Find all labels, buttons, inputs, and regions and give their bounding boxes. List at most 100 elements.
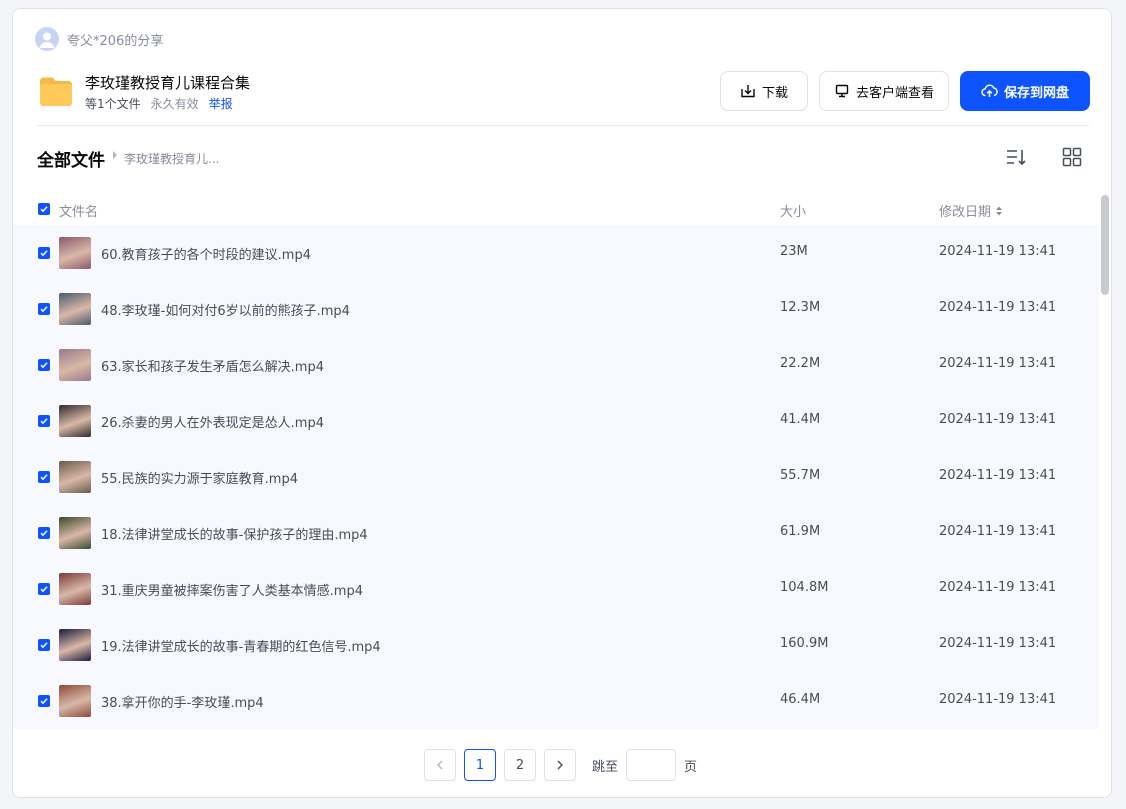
file-row[interactable]: 38.拿开你的手-李玫瑾.mp4 46.4M 2024-11-19 13:41 [13,673,1099,729]
file-name[interactable]: 55.民族的实力源于家庭教育.mp4 [101,468,298,487]
video-thumbnail [59,405,91,437]
file-name[interactable]: 63.家长和孩子发生矛盾怎么解决.mp4 [101,356,324,375]
file-date: 2024-11-19 13:41 [939,580,1057,595]
prev-page-button[interactable] [424,749,456,781]
row-checkbox[interactable] [38,583,50,595]
file-row[interactable]: 18.法律讲堂成长的故事-保护孩子的理由.mp4 61.9M 2024-11-1… [13,505,1099,561]
jump-to-label: 跳至 [592,759,619,775]
header-divider [37,125,1089,126]
page-button-2[interactable]: 2 [504,749,536,781]
file-row[interactable]: 31.重庆男童被摔案伤害了人类基本情感.mp4 104.8M 2024-11-1… [13,561,1099,617]
file-name[interactable]: 60.教育孩子的各个时段的建议.mp4 [101,244,311,263]
file-size: 12.3M [780,300,821,315]
pagination: 1 2 跳至 页 [424,749,697,781]
download-icon [741,85,755,98]
share-card: 夸父*206的分享 李玫瑾教授育儿课程合集 等1个文件 永久有效 举报 下载 去… [12,8,1112,798]
row-checkbox[interactable] [38,471,50,483]
file-size: 46.4M [780,692,821,707]
file-size: 61.9M [780,524,821,539]
file-date: 2024-11-19 13:41 [939,244,1057,259]
video-thumbnail [59,517,91,549]
validity: 永久有效 [150,97,199,111]
file-size: 104.8M [780,580,829,595]
share-title: 李玫瑾教授育儿课程合集 [85,74,251,92]
video-thumbnail [59,685,91,717]
page-button-1[interactable]: 1 [464,749,496,781]
video-thumbnail [59,573,91,605]
sort-icon[interactable] [1005,146,1027,168]
file-list: 60.教育孩子的各个时段的建议.mp4 23M 2024-11-19 13:41… [13,225,1099,733]
file-date: 2024-11-19 13:41 [939,412,1057,427]
file-size: 23M [780,244,808,259]
save-to-drive-button[interactable]: 保存到网盘 [960,71,1090,111]
next-page-button[interactable] [544,749,576,781]
row-checkbox[interactable] [38,415,50,427]
file-date: 2024-11-19 13:41 [939,636,1057,651]
row-checkbox[interactable] [38,359,50,371]
video-thumbnail [59,349,91,381]
column-date[interactable]: 修改日期 [939,201,1003,220]
file-date: 2024-11-19 13:41 [939,356,1057,371]
check-icon [40,418,48,425]
chevron-right-icon [557,760,563,770]
column-name: 文件名 [59,205,99,220]
user-icon [39,32,55,48]
file-row[interactable]: 55.民族的实力源于家庭教育.mp4 55.7M 2024-11-19 13:4… [13,449,1099,505]
file-row[interactable]: 26.杀妻的男人在外表现定是怂人.mp4 41.4M 2024-11-19 13… [13,393,1099,449]
sort-arrows-icon [996,206,1003,215]
breadcrumb-current: 李玫瑾教授育儿... [124,152,220,166]
file-name[interactable]: 26.杀妻的男人在外表现定是怂人.mp4 [101,412,324,431]
file-count: 等1个文件 [85,97,141,111]
file-date: 2024-11-19 13:41 [939,692,1057,707]
file-name[interactable]: 18.法律讲堂成长的故事-保护孩子的理由.mp4 [101,524,368,543]
open-client-button[interactable]: 去客户端查看 [819,71,949,111]
file-size: 41.4M [780,412,821,427]
video-thumbnail [59,293,91,325]
check-icon [40,362,48,369]
row-checkbox[interactable] [38,303,50,315]
row-checkbox[interactable] [38,695,50,707]
grid-view-icon[interactable] [1061,146,1083,168]
file-row[interactable]: 63.家长和孩子发生矛盾怎么解决.mp4 22.2M 2024-11-19 13… [13,337,1099,393]
download-label: 下载 [761,85,788,101]
file-size: 55.7M [780,468,821,483]
page-unit-label: 页 [684,759,698,775]
check-icon [40,698,48,705]
video-thumbnail [59,629,91,661]
check-icon [40,474,48,481]
file-name[interactable]: 48.李玫瑾-如何对付6岁以前的熊孩子.mp4 [101,300,350,319]
breadcrumb-separator-icon [113,151,117,159]
row-checkbox[interactable] [38,247,50,259]
row-checkbox[interactable] [38,639,50,651]
chevron-left-icon [437,760,443,770]
download-button[interactable]: 下载 [720,71,808,111]
file-size: 160.9M [780,636,829,651]
check-icon [40,530,48,537]
cloud-upload-icon [981,84,998,97]
file-name[interactable]: 19.法律讲堂成长的故事-青春期的红色信号.mp4 [101,636,381,655]
report-link[interactable]: 举报 [209,95,233,112]
sharer-info: 夸父*206的分享 [35,27,163,51]
check-icon [40,586,48,593]
file-date: 2024-11-19 13:41 [939,524,1057,539]
check-icon [40,250,48,257]
file-size: 22.2M [780,356,821,371]
file-name[interactable]: 38.拿开你的手-李玫瑾.mp4 [101,692,264,711]
file-row[interactable]: 19.法律讲堂成长的故事-青春期的红色信号.mp4 160.9M 2024-11… [13,617,1099,673]
file-row[interactable]: 48.李玫瑾-如何对付6岁以前的熊孩子.mp4 12.3M 2024-11-19… [13,281,1099,337]
breadcrumb-root[interactable]: 全部文件 [37,146,105,171]
file-date: 2024-11-19 13:41 [939,300,1057,315]
file-name[interactable]: 31.重庆男童被摔案伤害了人类基本情感.mp4 [101,580,363,599]
file-row[interactable]: 60.教育孩子的各个时段的建议.mp4 23M 2024-11-19 13:41 [13,225,1099,281]
file-date: 2024-11-19 13:41 [939,468,1057,483]
select-all-checkbox[interactable] [38,203,50,215]
share-meta: 等1个文件 永久有效 举报 [85,95,233,112]
check-icon [40,306,48,313]
column-date-label: 修改日期 [939,205,992,220]
folder-icon [40,77,72,106]
check-icon [40,642,48,649]
client-label: 去客户端查看 [855,85,934,101]
row-checkbox[interactable] [38,527,50,539]
scrollbar-thumb[interactable] [1101,195,1109,295]
jump-page-input[interactable] [626,749,677,781]
